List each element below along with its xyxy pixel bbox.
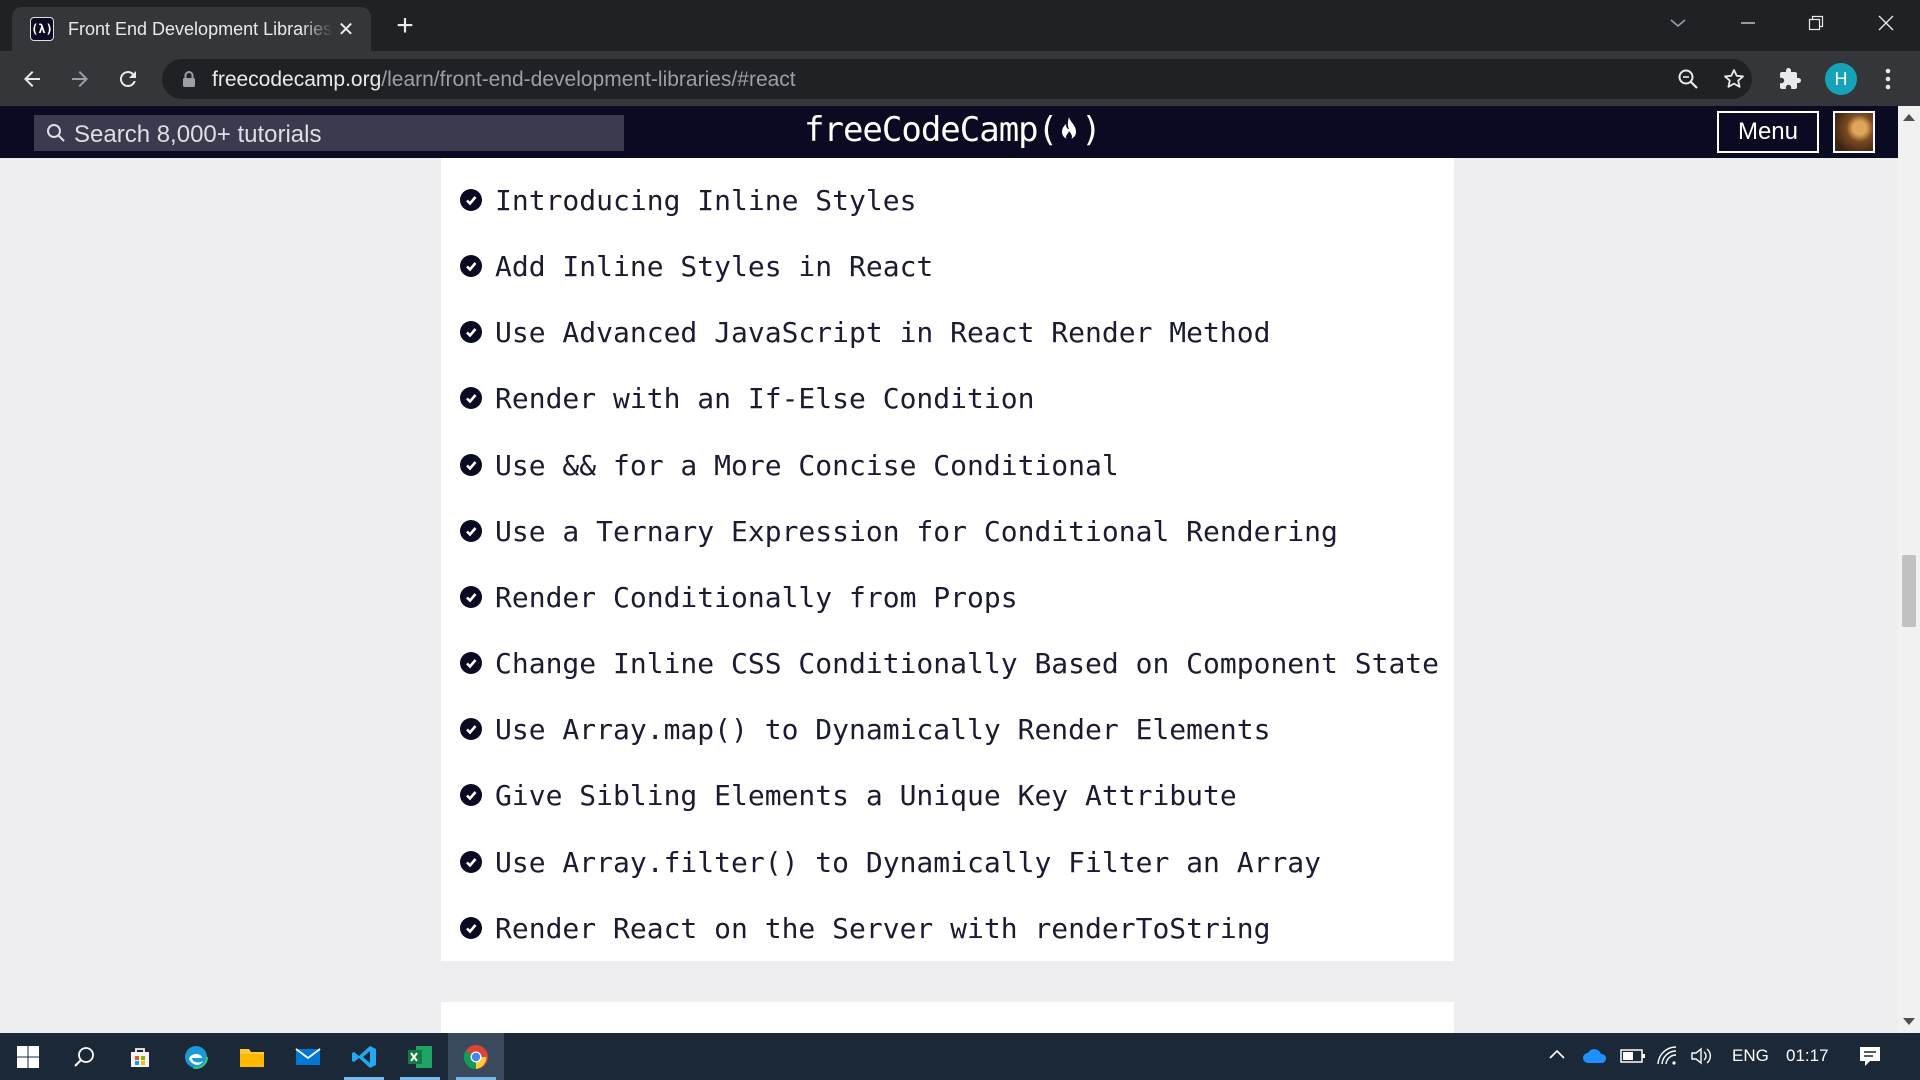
logo-text: freeCodeCamp( xyxy=(804,110,1058,150)
search-placeholder: Search 8,000+ tutorials xyxy=(74,121,322,148)
challenge-label: Use Array.map() to Dynamically Render El… xyxy=(495,712,1271,746)
check-circle-icon xyxy=(460,321,482,343)
scroll-up-arrow-icon[interactable] xyxy=(1903,114,1915,121)
challenge-label: Give Sibling Elements a Unique Key Attri… xyxy=(495,778,1237,812)
search-input[interactable]: Search 8,000+ tutorials xyxy=(34,115,624,151)
windows-taskbar: ENG 01:17 xyxy=(0,1033,1920,1080)
challenge-item[interactable]: Add Inline Styles in React xyxy=(460,246,933,286)
onedrive-icon[interactable] xyxy=(1582,1047,1608,1070)
tray-overflow-chevron-icon[interactable] xyxy=(1548,1046,1566,1069)
excel-icon[interactable] xyxy=(392,1033,448,1080)
address-bar[interactable]: freecodecamp.org/learn/front-end-develop… xyxy=(162,59,1752,99)
challenge-item[interactable]: Use Array.filter() to Dynamically Filter… xyxy=(460,842,1321,882)
lock-icon[interactable] xyxy=(182,70,196,93)
user-avatar[interactable] xyxy=(1833,111,1875,153)
search-icon[interactable] xyxy=(56,1033,112,1080)
vscode-icon[interactable] xyxy=(336,1033,392,1080)
minimize-icon[interactable] xyxy=(1720,8,1776,38)
tab-title: Front End Development Libraries xyxy=(68,18,333,39)
challenge-label: Change Inline CSS Conditionally Based on… xyxy=(495,646,1440,680)
zoom-icon[interactable] xyxy=(1672,63,1704,95)
profile-avatar-h[interactable]: H xyxy=(1825,63,1857,95)
challenge-item[interactable]: Use a Ternary Expression for Conditional… xyxy=(460,511,1338,551)
logo-text-end: ) xyxy=(1081,110,1102,150)
check-circle-icon xyxy=(460,851,482,873)
check-circle-icon xyxy=(460,520,482,542)
edge-icon[interactable] xyxy=(168,1033,224,1080)
challenge-label: Render Conditionally from Props xyxy=(495,580,1018,614)
url-host: freecodecamp.org xyxy=(212,68,382,91)
url-path: /learn/front-end-development-libraries/#… xyxy=(381,68,796,91)
check-circle-icon xyxy=(460,454,482,476)
url-text[interactable]: freecodecamp.org/learn/front-end-develop… xyxy=(212,68,796,92)
challenge-item[interactable]: Use Advanced JavaScript in React Render … xyxy=(460,312,1270,352)
next-section-card xyxy=(441,1002,1454,1033)
flame-icon xyxy=(1062,117,1077,140)
search-icon xyxy=(46,123,66,148)
challenge-label: Render React on the Server with renderTo… xyxy=(495,911,1271,945)
volume-icon[interactable] xyxy=(1690,1046,1714,1071)
fcc-favicon-icon: (λ) xyxy=(30,17,54,41)
challenge-label: Use Array.filter() to Dynamically Filter… xyxy=(495,845,1322,879)
new-tab-plus-icon[interactable]: + xyxy=(390,11,420,42)
challenge-label: Render with an If-Else Condition xyxy=(495,381,1035,415)
check-circle-icon xyxy=(460,917,482,939)
scroll-thumb[interactable] xyxy=(1902,555,1916,627)
browser-tab[interactable]: (λ) Front End Development Libraries ✕ xyxy=(12,7,371,51)
back-arrow-icon[interactable] xyxy=(16,63,48,95)
tab-close-icon[interactable]: ✕ xyxy=(335,17,357,42)
challenge-item[interactable]: Render with an If-Else Condition xyxy=(460,378,1034,418)
challenge-item[interactable]: Render Conditionally from Props xyxy=(460,577,1018,617)
challenge-item[interactable]: Use && for a More Concise Conditional xyxy=(460,445,1119,485)
scroll-down-arrow-icon[interactable] xyxy=(1903,1018,1915,1025)
check-circle-icon xyxy=(460,189,482,211)
challenge-item[interactable]: Introducing Inline Styles xyxy=(460,180,916,220)
extensions-puzzle-icon[interactable] xyxy=(1774,63,1806,95)
start-icon[interactable] xyxy=(0,1033,56,1080)
fcc-logo[interactable]: freeCodeCamp() xyxy=(804,110,1102,150)
mail-icon[interactable] xyxy=(280,1033,336,1080)
browser-toolbar: freecodecamp.org/learn/front-end-develop… xyxy=(0,51,1920,106)
browser-tab-strip: (λ) Front End Development Libraries ✕ + xyxy=(0,0,1920,51)
check-circle-icon xyxy=(460,652,482,674)
check-circle-icon xyxy=(460,255,482,277)
file-explorer-icon[interactable] xyxy=(224,1033,280,1080)
bookmark-star-icon[interactable] xyxy=(1718,63,1750,95)
challenge-item[interactable]: Give Sibling Elements a Unique Key Attri… xyxy=(460,775,1237,815)
check-circle-icon xyxy=(460,586,482,608)
challenge-item[interactable]: Change Inline CSS Conditionally Based on… xyxy=(460,643,1439,683)
challenge-label: Use a Ternary Expression for Conditional… xyxy=(495,514,1338,548)
challenge-item[interactable]: Render React on the Server with renderTo… xyxy=(460,908,1270,948)
close-window-icon[interactable] xyxy=(1858,8,1914,38)
chrome-menu-kebab-icon[interactable] xyxy=(1872,63,1904,95)
challenge-label: Add Inline Styles in React xyxy=(495,249,934,283)
battery-icon[interactable] xyxy=(1620,1048,1646,1069)
tab-search-chevron-icon[interactable] xyxy=(1650,8,1706,38)
challenge-item[interactable]: Use Array.map() to Dynamically Render El… xyxy=(460,709,1270,749)
clock[interactable]: 01:17 xyxy=(1786,1046,1829,1066)
wifi-icon[interactable] xyxy=(1656,1046,1678,1071)
notifications-icon[interactable] xyxy=(1858,1045,1882,1072)
check-circle-icon xyxy=(460,387,482,409)
fcc-navbar: Search 8,000+ tutorials freeCodeCamp() M… xyxy=(0,106,1898,158)
challenge-label: Use && for a More Concise Conditional xyxy=(495,448,1119,482)
forward-arrow-icon[interactable] xyxy=(64,63,96,95)
chrome-icon[interactable] xyxy=(448,1033,504,1080)
reload-icon[interactable] xyxy=(112,63,144,95)
store-icon[interactable] xyxy=(112,1033,168,1080)
check-circle-icon xyxy=(460,718,482,740)
menu-button[interactable]: Menu xyxy=(1717,111,1819,153)
challenge-label: Introducing Inline Styles xyxy=(495,183,917,217)
check-circle-icon xyxy=(460,784,482,806)
page-scrollbar[interactable] xyxy=(1898,106,1920,1033)
challenge-label: Use Advanced JavaScript in React Render … xyxy=(495,315,1271,349)
language-indicator[interactable]: ENG xyxy=(1732,1046,1769,1066)
restore-icon[interactable] xyxy=(1788,8,1844,38)
